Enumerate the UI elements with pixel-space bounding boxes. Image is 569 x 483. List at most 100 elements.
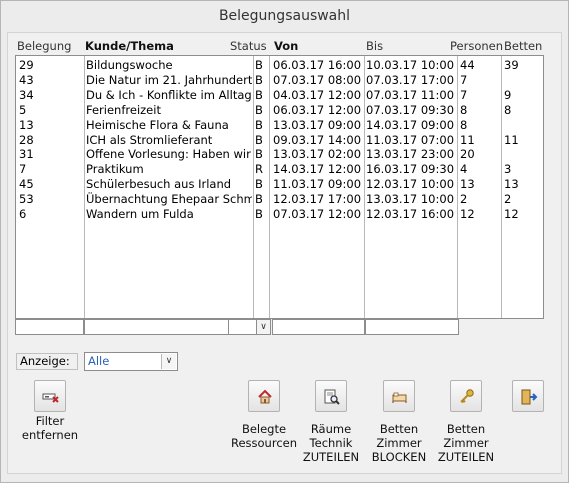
bed-block-icon [392,392,407,403]
cell-belegung: 43 [19,72,34,87]
cell-von: 06.03.17 12:00 [273,102,362,117]
belegte-ressourcen-button[interactable] [248,380,280,412]
cell-status: B [255,192,263,207]
filter-status-input[interactable] [228,319,257,335]
cell-kunde: Heimische Flora & Fauna [86,117,229,132]
booking-list[interactable]: 29 Bildungswoche B 06.03.17 16:00 10.03.17 1… [15,55,544,319]
cell-bis: 16.03.17 09:30 [366,162,455,177]
cell-von: 13.03.17 09:00 [273,117,362,132]
cell-belegung: 6 [19,207,27,221]
cell-status: B [255,58,263,72]
cell-belegung: 53 [19,192,34,207]
table-row[interactable]: 13 Heimische Flora & Fauna B 13.03.17 09:00… [16,118,543,133]
window-title: Belegungsauswahl [218,8,351,24]
table-row[interactable]: 28 ICH als Stromlieferant B 09.03.17 14:00 1… [16,133,543,148]
key-icon [460,389,474,404]
col-header-belegung[interactable]: Belegung [17,37,71,55]
cell-status: B [255,132,263,147]
booking-grid: Belegung Kunde/Thema Status Von Bis Pers… [15,37,544,319]
table-row[interactable]: 31 Offene Vorlesung: Haben wir d B 13.03.17… [16,147,543,162]
cell-bis: 07.03.17 17:00 [366,72,455,87]
house-icon [258,389,272,404]
cell-kunde: Wandern um Fulda [86,207,194,221]
cell-von: 09.03.17 14:00 [273,132,362,147]
cell-status: B [255,72,263,87]
cell-personen: 7 [460,87,468,102]
cell-kunde: Du & Ich - Konflikte im Alltag [86,87,252,102]
filter-von-input[interactable] [272,319,365,335]
cell-personen: 2 [460,192,468,207]
col-header-kunde[interactable]: Kunde/Thema [85,37,174,55]
cell-bis: 12.03.17 16:00 [366,207,455,221]
cell-bis: 13.03.17 10:00 [366,192,455,207]
col-header-status[interactable]: Status [230,37,267,55]
cell-von: 12.03.17 17:00 [273,192,362,207]
cell-kunde: Übernachtung Ehepaar Schmid [86,192,252,207]
table-row[interactable]: 34 Du & Ich - Konflikte im Alltag B 04.03.1… [16,88,543,103]
col-header-von[interactable]: Von [274,37,298,55]
cell-status: B [255,207,263,221]
cell-kunde: Praktikum [86,162,144,177]
cell-betten: 8 [504,102,512,117]
cell-betten: 3 [504,162,512,177]
table-row[interactable]: 43 Die Natur im 21. Jahrhundert B 07.03.17 … [16,73,543,88]
cell-belegung: 31 [19,147,34,162]
cell-belegung: 34 [19,87,34,102]
cell-status: B [255,117,263,132]
cell-personen: 8 [460,117,468,132]
cell-status: B [255,147,263,162]
cell-belegung: 5 [19,102,27,117]
cell-kunde: Die Natur im 21. Jahrhundert [86,72,252,87]
cell-betten [504,147,542,162]
cell-von: 07.03.17 12:00 [273,207,362,221]
cell-betten [504,73,542,88]
cell-bis: 13.03.17 23:00 [366,147,455,162]
cell-bis: 07.03.17 09:30 [366,102,455,117]
cell-kunde: Bildungswoche [86,58,173,72]
cell-bis: 14.03.17 09:00 [366,117,455,132]
cell-von: 04.03.17 12:00 [273,87,362,102]
filter-remove-button[interactable] [34,380,66,412]
chevron-down-icon[interactable]: ∨ [161,354,176,369]
cell-personen: 12 [460,207,475,221]
cell-bis: 12.03.17 10:00 [366,177,455,192]
betten-zimmer-blocken-button[interactable] [383,380,415,412]
filter-belegung-input[interactable] [15,319,84,335]
table-row[interactable]: 53 Übernachtung Ehepaar Schmid B 12.03.17 1… [16,192,543,207]
col-header-betten[interactable]: Betten [504,37,542,55]
filter-remove-icon [42,393,59,403]
cell-personen: 11 [460,132,475,147]
table-row[interactable]: 45 Schülerbesuch aus Irland B 11.03.17 09:0… [16,177,543,192]
filter-status-dropdown-button[interactable]: ∨ [256,319,271,335]
table-row[interactable]: 29 Bildungswoche B 06.03.17 16:00 10.03.17 1… [16,58,543,73]
cell-status: B [255,177,263,192]
table-row[interactable]: 6 Wandern um Fulda B 07.03.17 12:00 12.03.17… [16,207,543,222]
cell-kunde: Ferienfreizeit [86,102,161,117]
filter-bis-input[interactable] [365,319,459,335]
col-header-personen[interactable]: Personen [450,37,503,55]
table-row[interactable]: 7 Praktikum R 14.03.17 12:00 16.03.17 09:30 4… [16,162,543,177]
cell-status: B [255,102,263,117]
cell-kunde: Schülerbesuch aus Irland [86,177,232,192]
cell-betten: 39 [504,58,519,72]
anzeige-select[interactable]: Alle ∨ [84,352,178,371]
cell-bis: 11.03.17 07:00 [366,132,455,147]
anzeige-label: Anzeige: [16,353,78,370]
exit-button[interactable] [512,380,544,412]
document-magnifier-icon [324,389,340,405]
betten-zimmer-zuteilen-button[interactable] [450,380,482,412]
col-header-bis[interactable]: Bis [366,37,383,55]
raeume-technik-zuteilen-button[interactable] [315,380,347,412]
cell-personen: 7 [460,72,468,87]
cell-betten: 2 [504,192,512,207]
cell-betten: 9 [504,87,512,102]
anzeige-selected-value: Alle [88,354,110,368]
table-row[interactable]: 5 Ferienfreizeit B 06.03.17 12:00 07.03.17 0… [16,103,543,118]
cell-betten: 13 [504,177,519,192]
cell-belegung: 29 [19,58,34,72]
cell-personen: 20 [460,147,475,162]
cell-betten [504,118,542,133]
cell-bis: 07.03.17 11:00 [366,87,455,102]
cell-kunde: Offene Vorlesung: Haben wir d [86,147,252,162]
cell-personen: 44 [460,58,475,72]
